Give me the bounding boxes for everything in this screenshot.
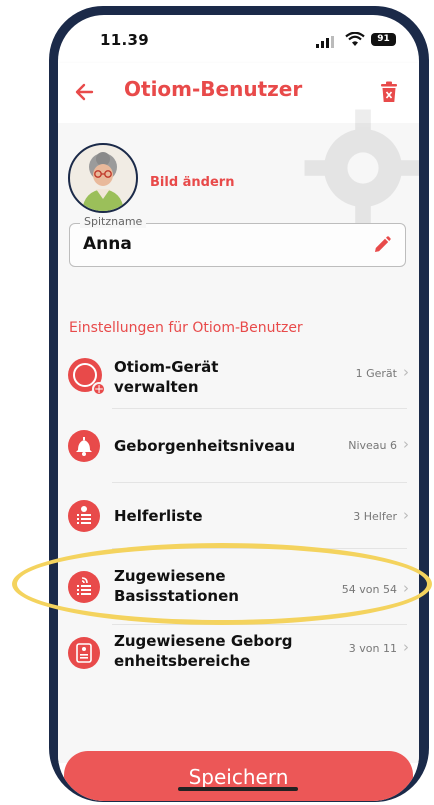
back-arrow-icon[interactable] [72, 79, 98, 105]
trash-icon[interactable] [379, 81, 399, 103]
settings-item-comfort-level[interactable]: Geborgenheitsniveau Niveau 6 › [58, 409, 419, 483]
settings-item-base-stations[interactable]: Zugewiesene Basisstationen 54 von 54 › [58, 549, 419, 625]
nickname-label: Spitzname [80, 215, 147, 228]
settings-item-label: Zugewiesene Basisstationen [114, 567, 239, 605]
settings-item-helpers[interactable]: Helferliste 3 Helfer › [58, 483, 419, 549]
bell-icon [68, 430, 100, 462]
signal-icon [316, 36, 334, 48]
safe-zone-icon [68, 637, 100, 669]
pencil-icon[interactable] [372, 235, 392, 255]
settings-item-value: 54 von 54 [341, 583, 397, 596]
settings-item-value: 1 Gerät [355, 367, 397, 380]
settings-item-device[interactable]: + Otiom-Gerät verwalten 1 Gerät › [58, 341, 419, 409]
wifi-icon [345, 32, 365, 46]
device-icon: + [68, 358, 106, 396]
settings-item-label: Geborgenheitsniveau [114, 437, 296, 455]
chevron-right-icon: › [403, 579, 409, 597]
section-title: Einstellungen für Otiom-Benutzer [69, 320, 303, 336]
settings-item-label: Otiom-Gerät verwalten [114, 358, 219, 396]
settings-item-value: Niveau 6 [348, 439, 397, 452]
phone-screen: 11.39 91 Otiom-Benutzer Bild ändern Spit… [58, 15, 419, 801]
save-button-label: Speichern [188, 765, 289, 789]
settings-item-value: 3 Helfer [353, 510, 397, 523]
settings-item-label: Helferliste [114, 507, 203, 525]
base-station-icon [68, 571, 100, 603]
content-area: Bild ändern Spitzname Anna Einstellungen… [58, 109, 419, 763]
settings-item-value: 3 von 11 [348, 642, 397, 655]
avatar[interactable] [68, 143, 138, 213]
settings-item-safe-zones[interactable]: Zugewiesene Geborg enheitsbereiche 3 von… [58, 625, 419, 689]
chevron-right-icon: › [403, 638, 409, 656]
chevron-right-icon: › [403, 435, 409, 453]
helper-list-icon [68, 500, 100, 532]
home-indicator[interactable] [178, 787, 298, 791]
status-bar: 11.39 91 [58, 15, 419, 59]
change-photo-button[interactable]: Bild ändern [150, 175, 234, 190]
battery-indicator: 91 [371, 33, 396, 46]
chevron-right-icon: › [403, 363, 409, 381]
chevron-right-icon: › [403, 506, 409, 524]
page-title: Otiom-Benutzer [124, 77, 303, 101]
nickname-field[interactable]: Spitzname Anna [69, 215, 406, 267]
elderly-woman-avatar-icon [82, 152, 124, 211]
settings-item-label: Zugewiesene Geborg enheitsbereiche [114, 632, 293, 670]
gear-watermark-icon [304, 109, 419, 227]
nickname-value[interactable]: Anna [83, 234, 132, 254]
status-time: 11.39 [100, 31, 149, 49]
save-button[interactable]: Speichern [64, 751, 413, 801]
